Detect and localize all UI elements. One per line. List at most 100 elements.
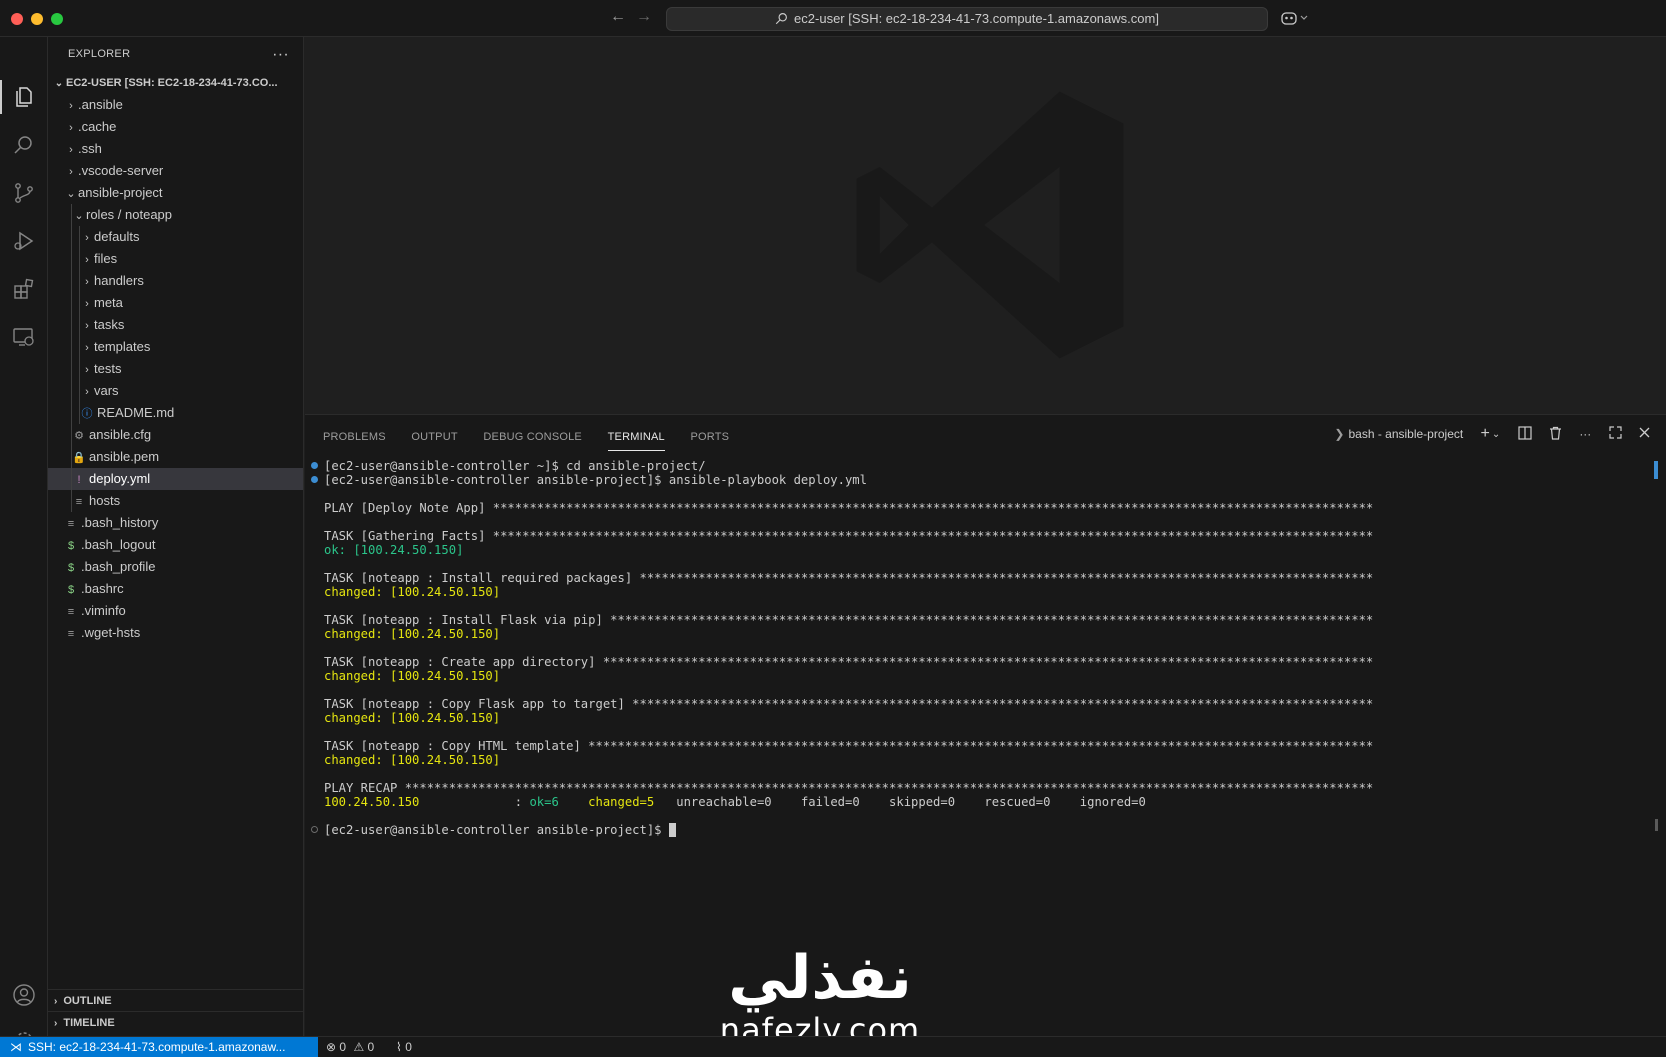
tree-item-label: .ansible (78, 97, 123, 112)
problems-status[interactable]: ⊗ 0 ⚠ 0 (326, 1037, 374, 1057)
indent-guide (71, 270, 72, 292)
terminal-line: changed: [100.24.50.150] (324, 669, 501, 683)
outline-section[interactable]: › OUTLINE (48, 989, 304, 1011)
terminal-selector[interactable]: ❯ bash - ansible-project (1334, 427, 1463, 441)
indent-guide (79, 248, 80, 270)
indent-guide (79, 292, 80, 314)
terminal-output[interactable]: [ec2-user@ansible-controller ~]$ cd ansi… (305, 459, 1666, 1029)
tree-item-vars[interactable]: › vars (48, 380, 303, 402)
new-terminal-icon[interactable]: + (1481, 425, 1490, 443)
tree-item-label: meta (94, 295, 123, 310)
antenna-icon: ⌇ (396, 1040, 402, 1054)
arrow-right-icon[interactable]: → (636, 8, 652, 26)
account-icon[interactable] (12, 983, 36, 1007)
tab-ports[interactable]: PORTS (690, 427, 729, 451)
terminal-line: ok: [100.24.50.150] (324, 543, 464, 557)
chevron-right-icon: › (69, 144, 73, 156)
indent-guide (79, 358, 80, 380)
recap-changed: changed=5 (588, 795, 655, 809)
prompt-line: [ec2-user@ansible-controller ansible-pro… (324, 823, 676, 837)
tree-item-bash-history[interactable]: ≡ .bash_history (48, 512, 303, 534)
more-actions-icon[interactable]: ··· (1579, 427, 1591, 441)
tree-item-hosts[interactable]: ≡ hosts (48, 490, 303, 512)
tree-item-deploy-yml[interactable]: ! deploy.yml (48, 468, 303, 490)
tab-debug-console[interactable]: DEBUG CONSOLE (483, 427, 582, 451)
command-center-search[interactable]: ec2-user [SSH: ec2-18-234-41-73.compute-… (666, 7, 1268, 31)
remote-explorer-icon[interactable] (12, 325, 36, 349)
tree-item-bash-logout[interactable]: $ .bash_logout (48, 534, 303, 556)
prompt-dot[interactable] (311, 826, 318, 833)
split-terminal-icon[interactable] (1518, 425, 1532, 443)
scrollbar-marker[interactable] (1654, 461, 1658, 479)
indent-guide (71, 204, 72, 226)
indent-guide (71, 314, 72, 336)
tab-problems[interactable]: PROBLEMS (323, 427, 386, 451)
minimize-window-button[interactable] (31, 13, 43, 25)
tree-item-defaults[interactable]: › defaults (48, 226, 303, 248)
tree-item-readme-md[interactable]: ⓘ README.md (48, 402, 303, 424)
tree-item-tests[interactable]: › tests (48, 358, 303, 380)
trash-icon[interactable] (1549, 426, 1562, 443)
tree-item-ansible-pem[interactable]: 🔒 ansible.pem (48, 446, 303, 468)
tree-item-vscode-server[interactable]: › .vscode-server (48, 160, 303, 182)
chevron-down-icon[interactable]: ⌄ (1492, 429, 1500, 440)
remote-indicator[interactable]: ⋊ SSH: ec2-18-234-41-73.compute-1.amazona… (0, 1037, 318, 1057)
more-actions-icon[interactable]: ··· (272, 37, 289, 72)
tree-item-ansible[interactable]: › .ansible (48, 94, 303, 116)
command-success-dot[interactable] (311, 476, 318, 483)
warning-count: 0 (367, 1040, 375, 1054)
copilot-icon[interactable] (1280, 10, 1310, 29)
tree-item-meta[interactable]: › meta (48, 292, 303, 314)
recap-host: 100.24.50.150 (324, 795, 420, 809)
timeline-section[interactable]: › TIMELINE (48, 1011, 304, 1033)
maximize-panel-icon[interactable] (1609, 426, 1622, 442)
indent-guide (71, 402, 72, 424)
terminal-line: TASK [Gathering Facts] *****************… (324, 529, 1374, 543)
file-lines-icon: ≡ (67, 606, 75, 618)
tree-item-label: tests (94, 361, 122, 376)
explorer-icon[interactable] (12, 85, 36, 109)
tree-item-bash-profile[interactable]: $ .bash_profile (48, 556, 303, 578)
tab-output[interactable]: OUTPUT (411, 427, 457, 451)
prompt-text: [ec2-user@ansible-controller ansible-pro… (324, 823, 669, 837)
tree-item-tasks[interactable]: › tasks (48, 314, 303, 336)
close-panel-icon[interactable] (1639, 427, 1650, 441)
tree-item-viminfo[interactable]: ≡ .viminfo (48, 600, 303, 622)
timeline-label: TIMELINE (63, 1017, 115, 1029)
chevron-right-icon: › (69, 122, 73, 134)
tree-item-handlers[interactable]: › handlers (48, 270, 303, 292)
search-icon[interactable] (12, 133, 36, 157)
command-success-dot[interactable] (311, 462, 318, 469)
tab-terminal[interactable]: TERMINAL (607, 427, 665, 451)
vscode-logo-icon (856, 91, 1124, 359)
chevron-right-icon: › (85, 298, 89, 310)
tree-item-ssh[interactable]: › .ssh (48, 138, 303, 160)
status-bar: ⋊ SSH: ec2-18-234-41-73.compute-1.amazona… (0, 1036, 1666, 1057)
tree-item-templates[interactable]: › templates (48, 336, 303, 358)
title-bar: ← → ec2-user [SSH: ec2-18-234-41-73.comp… (0, 0, 1666, 37)
maximize-window-button[interactable] (51, 13, 63, 25)
extensions-icon[interactable] (12, 277, 36, 301)
tree-item-ansible-cfg[interactable]: ⚙ ansible.cfg (48, 424, 303, 446)
source-control-icon[interactable] (12, 181, 36, 205)
indent-guide (71, 490, 72, 512)
file-lines-icon: ≡ (75, 496, 83, 508)
watermark-arabic: نفذلي (728, 943, 912, 1013)
indent-guide (79, 402, 80, 424)
tree-item-files[interactable]: › files (48, 248, 303, 270)
close-window-button[interactable] (11, 13, 23, 25)
chevron-right-icon: › (69, 166, 73, 178)
workspace-root[interactable]: ⌄ EC2-USER [SSH: EC2-18-234-41-73.CO... (48, 72, 303, 94)
tree-item-label: .bash_profile (81, 559, 156, 574)
error-icon: ⊗ (326, 1040, 337, 1054)
run-debug-icon[interactable] (12, 229, 36, 253)
scrollbar-thumb[interactable] (1655, 819, 1658, 831)
arrow-left-icon[interactable]: ← (610, 8, 626, 26)
tree-item-ansible-project[interactable]: ⌄ ansible-project (48, 182, 303, 204)
tree-item-wget-hsts[interactable]: ≡ .wget-hsts (48, 622, 303, 644)
recap-line: 100.24.50.150 : ok=6 changed=5 unreachab… (324, 795, 1146, 809)
tree-item-cache[interactable]: › .cache (48, 116, 303, 138)
tree-item-roles-noteapp[interactable]: ⌄ roles / noteapp (48, 204, 303, 226)
tree-item-bashrc[interactable]: $ .bashrc (48, 578, 303, 600)
ports-status[interactable]: ⌇ 0 (396, 1037, 412, 1057)
